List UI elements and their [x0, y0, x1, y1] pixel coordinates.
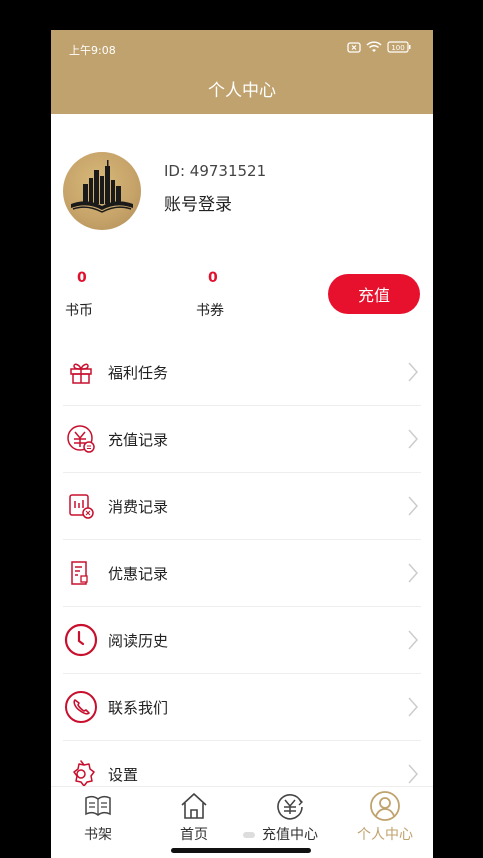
chevron-right-icon [408, 496, 419, 516]
tab-label-home: 首页 [180, 827, 208, 843]
phone-icon [64, 690, 98, 724]
book-icon [58, 789, 138, 823]
menu-list: 福利任务 充值记录 消费记录 优惠记录 阅读历史 联系我们 设置 [51, 339, 433, 807]
menu-label-consume-record: 消费记录 [108, 497, 169, 516]
yuan-record-icon [64, 422, 98, 456]
vouchers-value: 0 [208, 270, 218, 286]
clock-icon [64, 623, 98, 657]
menu-item-recharge-record[interactable]: 充值记录 [63, 406, 421, 473]
tab-label-recharge-center: 充值中心 [262, 827, 318, 843]
header-bar: 上午9:08 100 个人中心 [51, 30, 433, 114]
page-title: 个人中心 [208, 81, 276, 101]
recharge-button[interactable]: 充值 [328, 274, 420, 314]
menu-label-welfare: 福利任务 [108, 363, 169, 382]
menu-label-settings: 设置 [108, 765, 139, 784]
login-link[interactable]: 账号登录 [164, 190, 232, 215]
chevron-right-icon [408, 563, 419, 583]
chevron-right-icon [408, 429, 419, 449]
city-book-logo [71, 160, 133, 213]
vouchers-label: 书券 [196, 303, 224, 319]
coins-label: 书币 [65, 303, 93, 319]
chevron-right-icon [408, 362, 419, 382]
menu-item-contact[interactable]: 联系我们 [63, 674, 421, 741]
chevron-right-icon [408, 764, 419, 784]
stat-coins[interactable]: 0 书币 [65, 270, 137, 320]
profile-section: ID: 49731521 账号登录 [63, 152, 423, 232]
gift-icon [64, 355, 98, 389]
tab-label-bookshelf: 书架 [84, 827, 112, 843]
status-time: 上午9:08 [69, 44, 116, 57]
stat-vouchers[interactable]: 0 书券 [196, 270, 268, 320]
menu-item-welfare[interactable]: 福利任务 [63, 339, 421, 406]
home-indicator[interactable] [171, 848, 311, 853]
menu-label-coupon-record: 优惠记录 [108, 564, 169, 583]
avatar[interactable] [63, 152, 141, 230]
home-icon [154, 789, 234, 823]
tab-home[interactable]: 首页 [154, 789, 234, 844]
user-id: ID: 49731521 [164, 162, 267, 180]
menu-label-reading-history: 阅读历史 [108, 631, 169, 650]
tab-bookshelf[interactable]: 书架 [58, 789, 138, 844]
page-indicator [243, 832, 255, 838]
phone-screen: 上午9:08 100 个人中心 ID: 49731521 账号登录 0 书币 0… [51, 30, 433, 858]
menu-item-reading-history[interactable]: 阅读历史 [63, 607, 421, 674]
chevron-right-icon [408, 630, 419, 650]
yuan-icon [250, 789, 330, 823]
wifi-icon [366, 41, 382, 52]
battery-level: 100 [391, 44, 404, 52]
consume-record-icon [64, 489, 98, 523]
menu-label-recharge-record: 充值记录 [108, 430, 169, 449]
user-icon [345, 789, 425, 823]
status-icons: 100 [347, 41, 411, 53]
battery-icon: 100 [387, 41, 411, 53]
sim-icon [347, 41, 361, 53]
tab-label-profile: 个人中心 [357, 827, 413, 843]
chevron-right-icon [408, 697, 419, 717]
tab-recharge-center[interactable]: 充值中心 [250, 789, 330, 844]
menu-label-contact: 联系我们 [108, 698, 169, 717]
menu-item-coupon-record[interactable]: 优惠记录 [63, 540, 421, 607]
tab-profile[interactable]: 个人中心 [345, 789, 425, 844]
menu-item-consume-record[interactable]: 消费记录 [63, 473, 421, 540]
coupon-record-icon [64, 556, 98, 590]
coins-value: 0 [77, 270, 87, 286]
